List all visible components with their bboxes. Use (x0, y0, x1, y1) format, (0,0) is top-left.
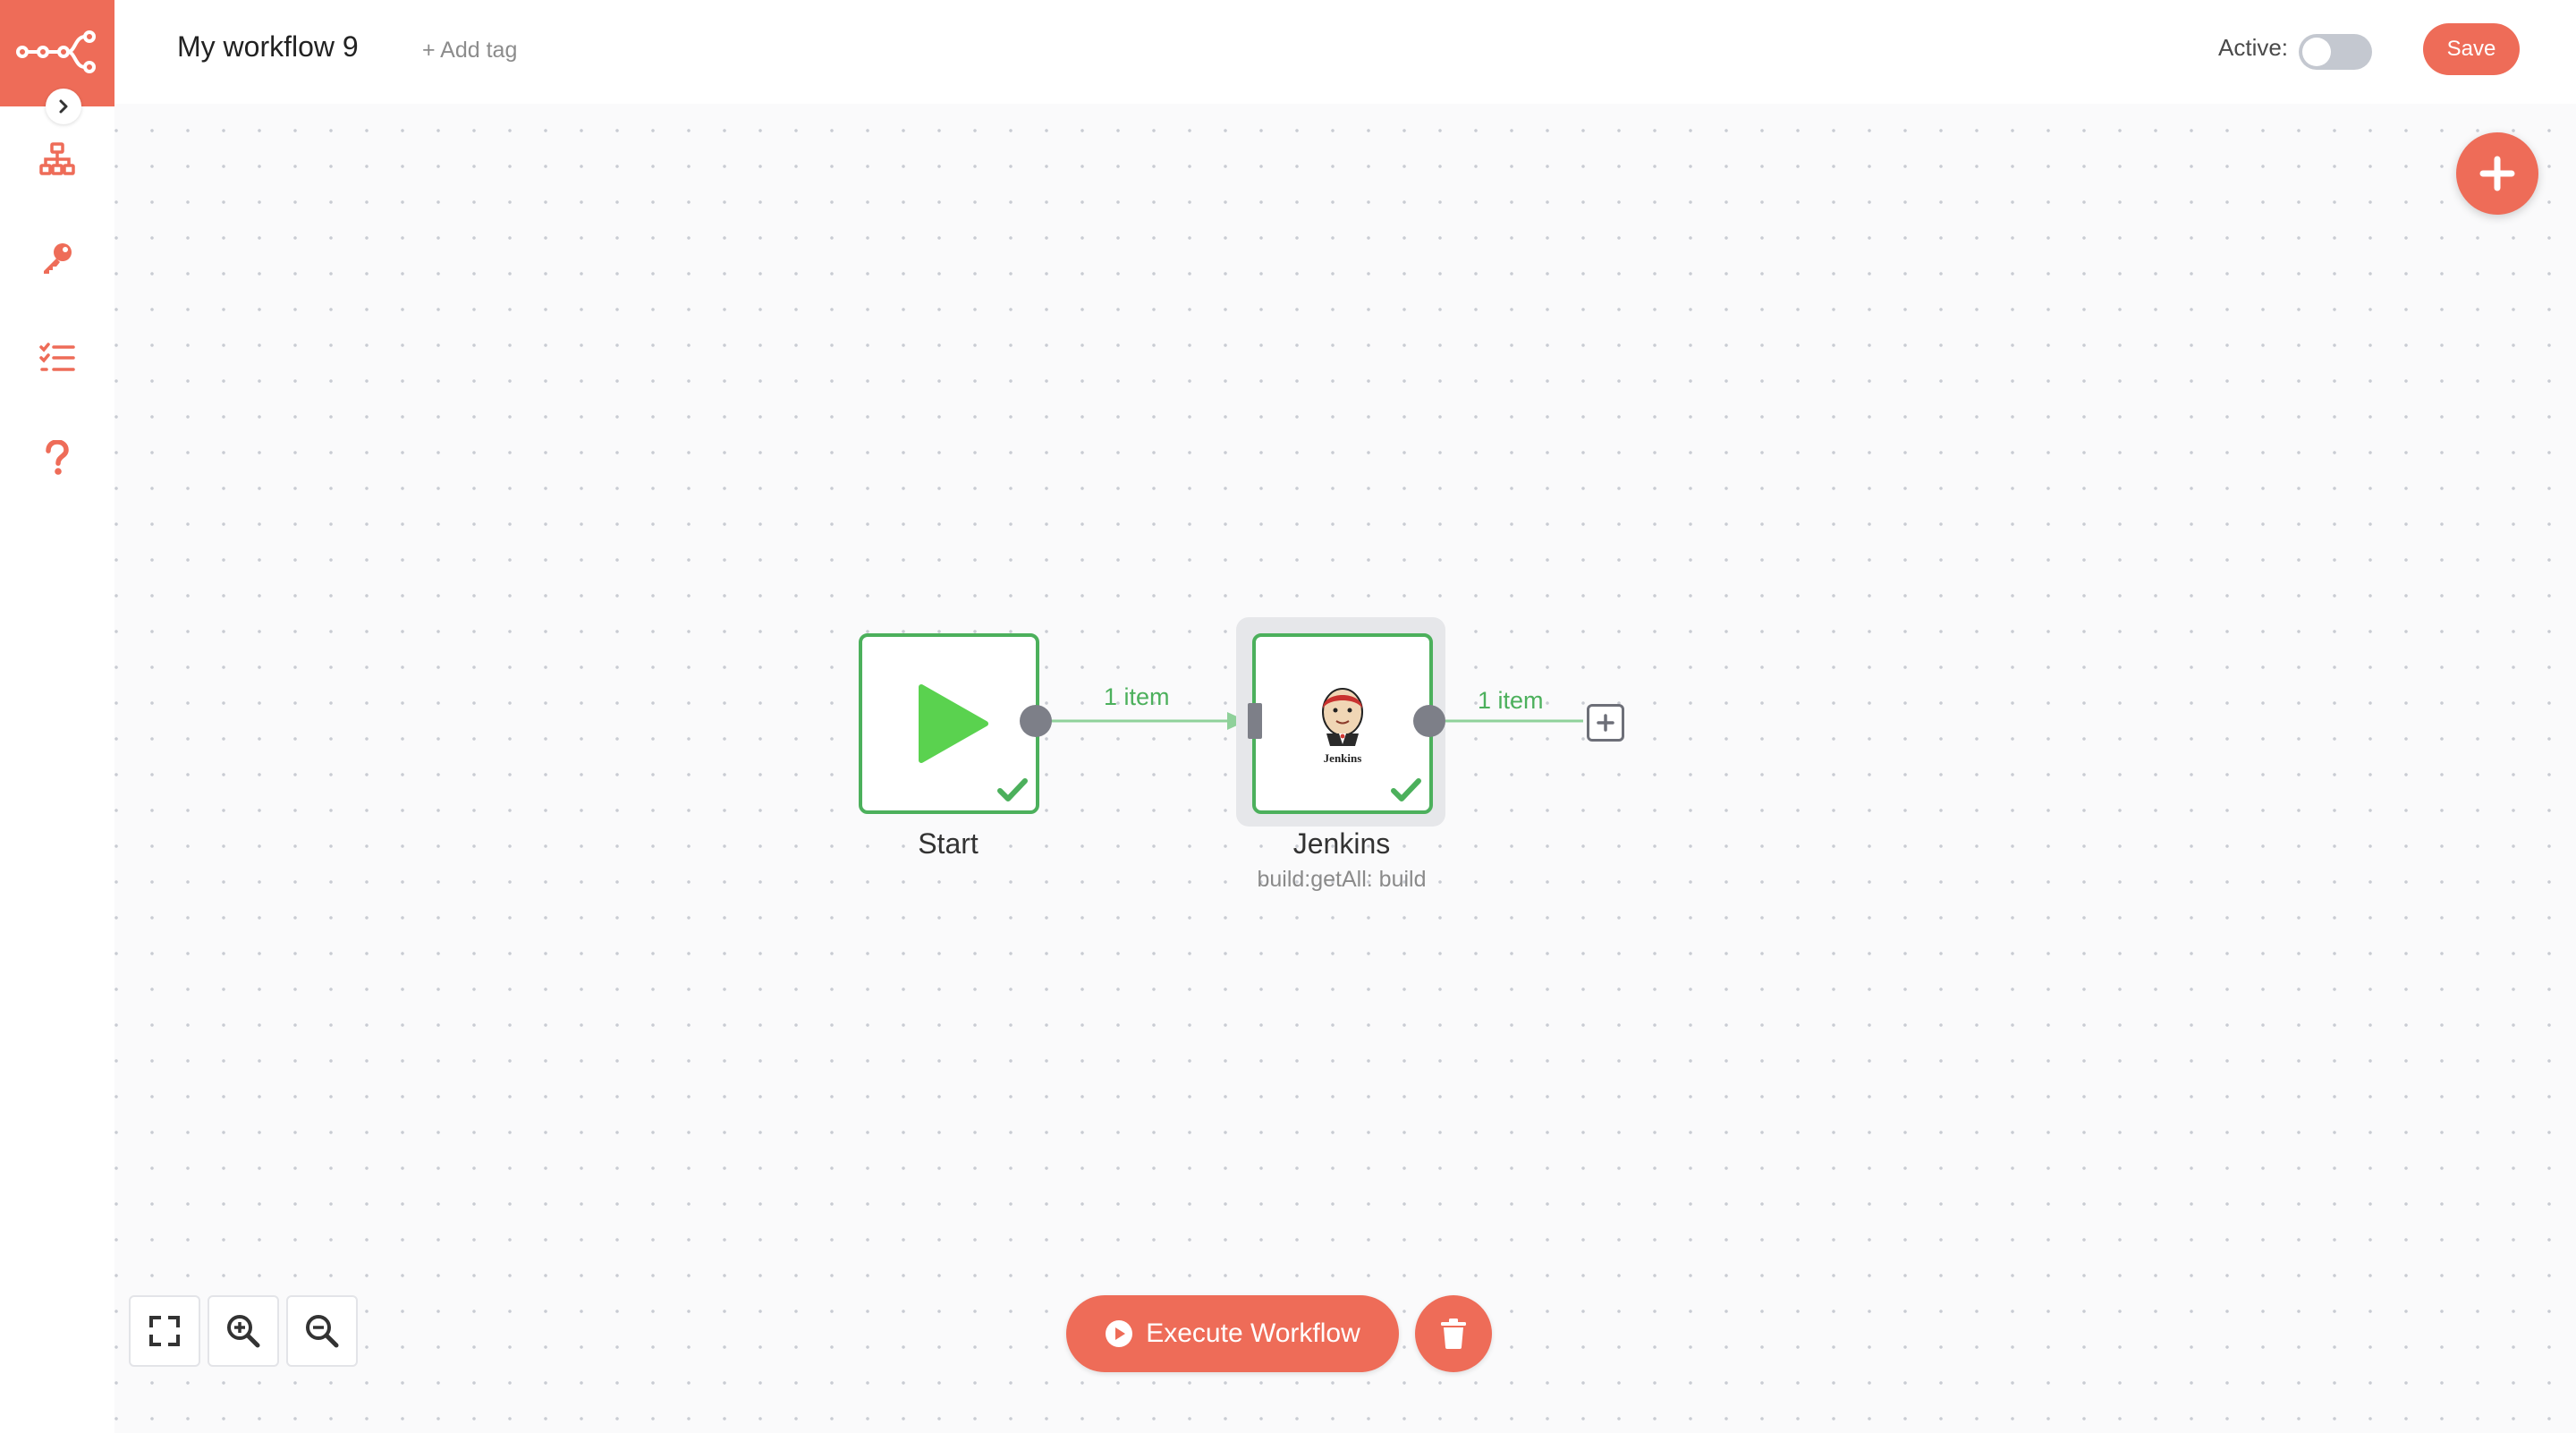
add-next-node-button[interactable] (1587, 704, 1624, 742)
zoom-out-button[interactable] (286, 1295, 358, 1367)
node-title-jenkins: Jenkins (1292, 827, 1391, 860)
node-subtitle-jenkins: build:getAll: build (1257, 867, 1427, 892)
play-circle-icon (1106, 1320, 1133, 1347)
execute-workflow-button[interactable]: Execute Workflow (1066, 1295, 1399, 1372)
start-output-handle[interactable] (1020, 705, 1052, 737)
add-tag-button[interactable]: + Add tag (422, 38, 517, 64)
active-toggle[interactable] (2299, 34, 2372, 70)
save-button[interactable]: Save (2423, 23, 2520, 75)
connection-label: 1 item (1104, 683, 1170, 710)
node-jenkins[interactable]: Jenkins (1252, 633, 1433, 814)
node-start[interactable] (859, 633, 1039, 814)
workflow-name[interactable]: My workflow 9 (177, 30, 359, 64)
tasks-icon (39, 343, 75, 371)
zoom-to-fit-button[interactable] (129, 1295, 200, 1367)
sidebar-item-credentials[interactable] (36, 236, 79, 279)
execute-workflow-label: Execute Workflow (1146, 1319, 1360, 1348)
plus-icon (1597, 714, 1614, 732)
plus-icon (2479, 156, 2515, 191)
success-check-icon (997, 778, 1028, 801)
jenkins-output-handle[interactable] (1413, 705, 1445, 737)
jenkins-input-handle[interactable] (1248, 703, 1262, 739)
zoom-in-icon (227, 1315, 260, 1348)
network-icon (39, 142, 75, 175)
jenkins-logo-text: Jenkins (1324, 751, 1362, 765)
header: My workflow 9 + Add tag Active: Save (114, 0, 2576, 104)
sidebar (0, 0, 114, 1433)
sidebar-item-workflows[interactable] (36, 138, 79, 181)
node-title-start: Start (918, 827, 979, 860)
sidebar-expand-button[interactable] (46, 89, 81, 124)
play-icon (919, 684, 988, 763)
active-label: Active: (2218, 34, 2289, 61)
chevron-right-icon (59, 99, 68, 114)
jenkins-icon: Jenkins (1322, 688, 1363, 765)
clear-execution-button[interactable] (1415, 1295, 1492, 1372)
toggle-knob (2302, 38, 2331, 66)
connection-label: 1 item (1478, 687, 1544, 714)
logo-icon (16, 30, 96, 73)
add-node-button[interactable] (2456, 132, 2538, 215)
sidebar-item-executions[interactable] (36, 336, 79, 379)
zoom-out-icon (306, 1315, 339, 1348)
question-icon (46, 440, 69, 475)
expand-icon (149, 1316, 180, 1346)
key-icon (44, 243, 72, 274)
success-check-icon (1391, 778, 1421, 801)
trash-icon (1441, 1319, 1466, 1349)
canvas-content: Start 1 item Jenkins Jenkins build:getAl… (0, 0, 2576, 1433)
zoom-in-button[interactable] (208, 1295, 279, 1367)
sidebar-item-help[interactable] (36, 437, 79, 479)
